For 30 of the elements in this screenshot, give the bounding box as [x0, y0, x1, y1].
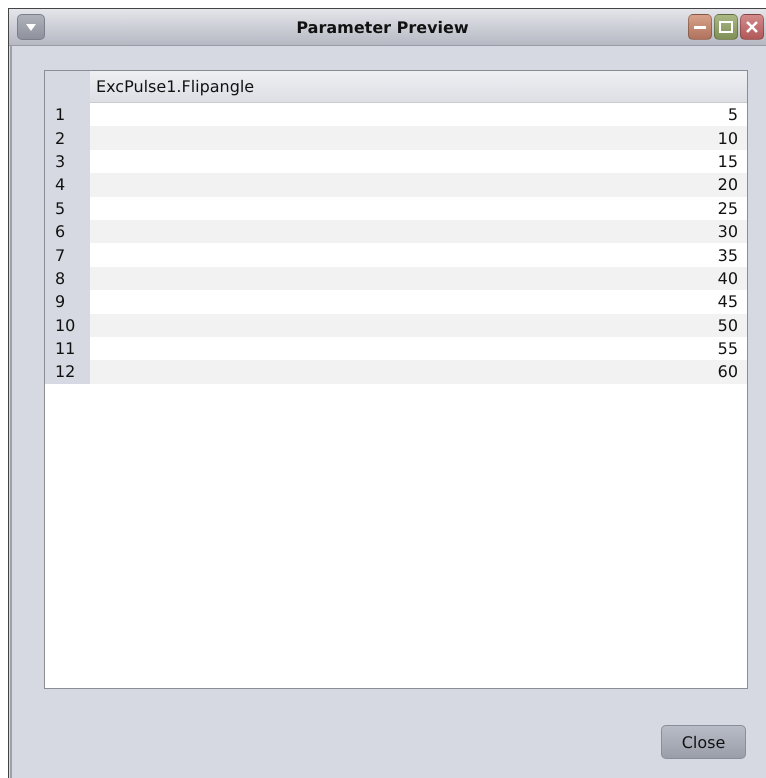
row-number: 9: [45, 290, 90, 314]
maximize-icon: [719, 21, 733, 33]
row-number: 5: [45, 196, 90, 220]
row-number: 6: [45, 220, 90, 244]
table-cell: 10: [90, 126, 747, 150]
row-number: 3: [45, 150, 90, 174]
close-button[interactable]: Close: [661, 725, 746, 759]
row-number: 7: [45, 243, 90, 267]
table-cell: 30: [90, 220, 747, 244]
close-icon: [746, 21, 758, 33]
row-number: 1: [45, 103, 90, 126]
row-number: 11: [45, 336, 90, 360]
window-title: Parameter Preview: [295, 18, 470, 36]
table-cell: 20: [90, 173, 747, 197]
table-cell: 40: [90, 266, 747, 290]
row-number: 12: [45, 360, 90, 384]
table-cell: 60: [90, 360, 747, 384]
table-cell: 50: [90, 314, 747, 337]
row-number: 2: [45, 126, 90, 150]
maximize-button[interactable]: [714, 14, 738, 40]
minimize-button[interactable]: [688, 14, 712, 40]
minimize-icon: [694, 26, 706, 28]
window-menu-button[interactable]: [17, 14, 45, 40]
row-number: 4: [45, 173, 90, 197]
column-header[interactable]: ExcPulse1.Flipangle: [90, 71, 747, 103]
close-window-button[interactable]: [740, 14, 764, 40]
row-number: 8: [45, 266, 90, 290]
table-corner: [45, 71, 90, 103]
caret-icon: [26, 24, 36, 30]
row-number: 10: [45, 314, 90, 337]
